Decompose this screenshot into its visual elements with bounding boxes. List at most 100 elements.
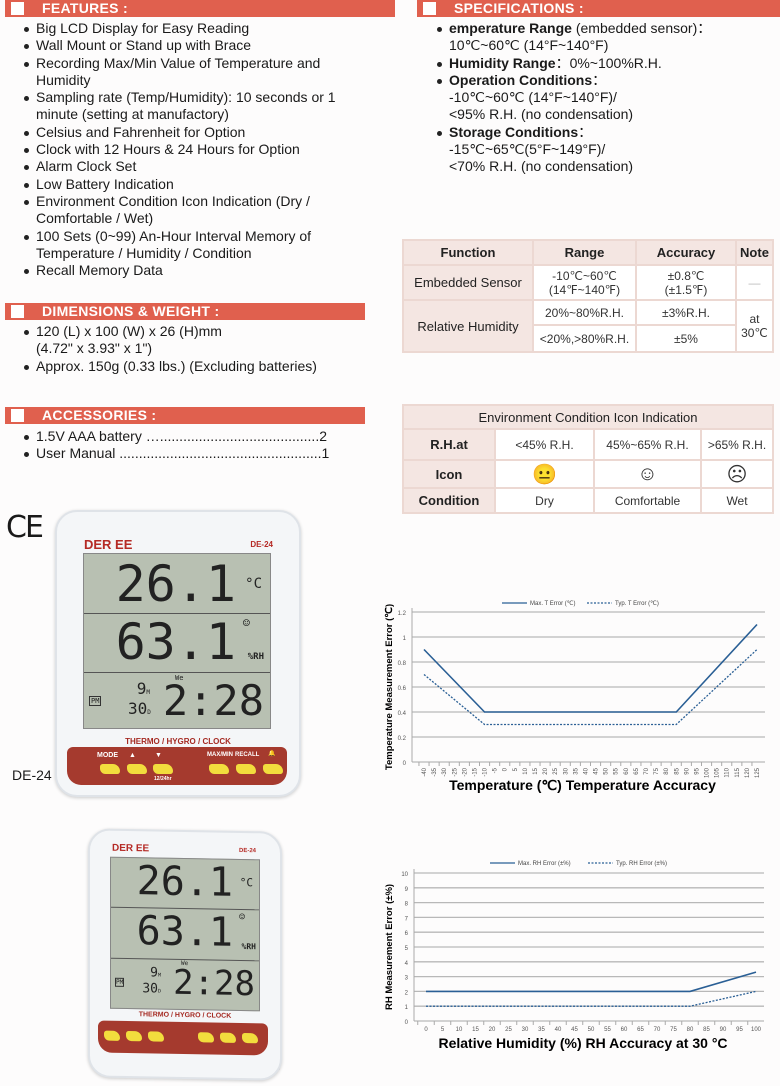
lcd-day: 30	[142, 981, 158, 997]
table-cell-range: -10℃~60℃ (14℉~140℉)	[532, 264, 637, 301]
specifications-header: SPECIFICATIONS :	[417, 0, 780, 17]
x-tick-label: 120	[745, 767, 751, 778]
dimension-item: 120 (L) x 100 (W) x 26 (H)mm (4.72" x 3.…	[24, 323, 256, 358]
spec-value: -10℃~60℃ (14°F~140°F)/	[449, 89, 617, 106]
x-tick-label: 75	[670, 1027, 677, 1033]
max-min-button[interactable]	[209, 764, 229, 774]
x-tick-label: 115	[735, 767, 741, 777]
lcd-date: 9M 30D	[128, 681, 151, 721]
temperature-accuracy-chart: 0 0.2 0.4 0.6 0.8 1 1.2 -40 -35 -30 -25 -20 -15 -10 -5…	[384, 601, 765, 793]
spec-label: Operation Conditions	[449, 71, 593, 88]
down-button[interactable]	[148, 1031, 164, 1042]
y-tick-label: 0	[403, 761, 407, 767]
lcd-temperature: 26.1	[115, 555, 236, 613]
x-tick-label: 10	[523, 767, 529, 774]
row-label: R.H.at	[402, 428, 496, 461]
legend-label: Max. RH Error (±%)	[518, 861, 571, 867]
lcd-temperature: 26.1	[136, 858, 233, 906]
x-tick-label: 35	[573, 767, 579, 774]
y-tick-label: 1.2	[398, 611, 407, 617]
device-image-standing: DER EE DE-24 26.1 °C 63.1 ☺ %RH We PM 9M…	[88, 828, 282, 1081]
recall-button[interactable]	[220, 1032, 236, 1043]
features-title: FEATURES	[42, 0, 119, 16]
x-tick-label: -40	[422, 767, 428, 776]
x-tick-label: 55	[604, 1027, 611, 1033]
header-square-icon	[11, 305, 24, 318]
x-tick-label: 100	[751, 1027, 762, 1033]
specifications-list: emperature Range (embedded sensor)： 10℃~6…	[437, 20, 777, 176]
device-brand: DER EE	[84, 537, 133, 552]
feature-item: Low Battery Indication	[24, 176, 364, 193]
table-header: Range	[532, 239, 637, 266]
lcd-pm-indicator: PM	[89, 696, 102, 706]
feature-item: Celsius and Fahrenheit for Option	[24, 124, 364, 141]
feature-item: Alarm Clock Set	[24, 158, 364, 175]
feature-item: Big LCD Display for Easy Reading	[24, 20, 364, 37]
x-tick-label: 15	[472, 1027, 479, 1033]
x-tick-label: 125	[755, 767, 761, 778]
lcd-screen: 26.1 °C 63.1 ☺ %RH We PM 9M 30D 2:28	[110, 856, 260, 1012]
button-label: ▼	[155, 752, 162, 759]
x-tick-label: -35	[432, 767, 438, 776]
spec-suffix: (embedded sensor)：	[571, 20, 712, 36]
y-tick-label: 6	[405, 931, 409, 937]
alarm-button[interactable]	[242, 1032, 258, 1044]
lcd-day-unit: D	[157, 988, 161, 995]
dimensions-header: DIMENSIONS & WEIGHT :	[5, 303, 365, 320]
up-button[interactable]	[126, 1030, 142, 1042]
feature-item: 100 Sets (0~99) An-Hour Interval Memory …	[24, 228, 364, 263]
feature-item: Recording Max/Min Value of Temperature a…	[24, 55, 364, 90]
device-brand: DER EE	[112, 842, 150, 855]
device-panel-title: THERMO / HYGRO / CLOCK	[125, 737, 231, 746]
mode-button[interactable]	[100, 764, 120, 774]
spec-suffix: ：	[578, 123, 593, 140]
ce-mark: CE	[6, 510, 44, 545]
range-cell: 45%~65% R.H.	[593, 428, 702, 461]
accuracy-text: (±1.5℉)	[664, 282, 708, 297]
range-cell: <45% R.H.	[494, 428, 595, 461]
y-tick-label: 2	[405, 990, 409, 996]
header-square-icon	[11, 2, 24, 15]
x-tick-label: -30	[442, 767, 448, 776]
spec-value: 10℃~60℃ (14°F~140°F)	[449, 37, 609, 54]
button-label: ▲	[129, 752, 136, 759]
x-tick-label: 50	[588, 1027, 595, 1033]
accessory-item: 1.5V AAA battery …......................…	[24, 428, 364, 445]
x-tick-label: 45	[594, 767, 600, 774]
x-tick-label: 65	[637, 1027, 644, 1033]
spec-label: emperature Range	[449, 20, 572, 36]
recall-button[interactable]	[236, 764, 256, 774]
y-tick-label: 4	[405, 961, 409, 967]
lcd-humidity: 63.1	[136, 908, 233, 956]
series-line	[426, 990, 757, 1007]
features-header: FEATURES :	[5, 0, 395, 17]
accessories-header: ACCESSORIES :	[5, 407, 365, 424]
lcd-day-unit: D	[147, 709, 151, 716]
lcd-humidity: 63.1	[115, 613, 236, 671]
table-cell-function: Relative Humidity	[402, 299, 534, 353]
y-tick-label: 0.4	[398, 711, 407, 717]
mode-button[interactable]	[104, 1030, 120, 1041]
y-axis-label: Temperature Measurement Error (℃)	[384, 604, 395, 770]
y-axis-label: RH Measurement Error (±%)	[384, 884, 395, 1010]
neutral-face-icon: 😐	[494, 459, 595, 489]
series-line	[426, 971, 757, 993]
x-tick-label: -20	[462, 767, 468, 776]
x-tick-label: 20	[489, 1027, 496, 1033]
lcd-date: 9M 30D	[141, 965, 161, 998]
header-square-icon	[423, 2, 436, 15]
x-tick-label: 85	[703, 1027, 710, 1033]
up-button[interactable]	[127, 764, 147, 774]
x-tick-label: 45	[571, 1027, 578, 1033]
y-tick-label: 7	[405, 916, 409, 922]
spec-value: <95% R.H. (no condensation)	[449, 106, 634, 123]
max-min-button[interactable]	[198, 1032, 214, 1043]
condition-table: Environment Condition Icon Indication R.…	[402, 404, 774, 514]
row-label: Icon	[402, 459, 496, 489]
x-tick-label: 25	[553, 767, 559, 774]
legend-label: Typ. RH Error (±%)	[616, 861, 667, 867]
frowning-face-icon: ☹	[700, 459, 774, 489]
down-button[interactable]	[153, 764, 173, 774]
alarm-button[interactable]	[263, 764, 283, 774]
x-tick-label: 55	[614, 767, 620, 774]
